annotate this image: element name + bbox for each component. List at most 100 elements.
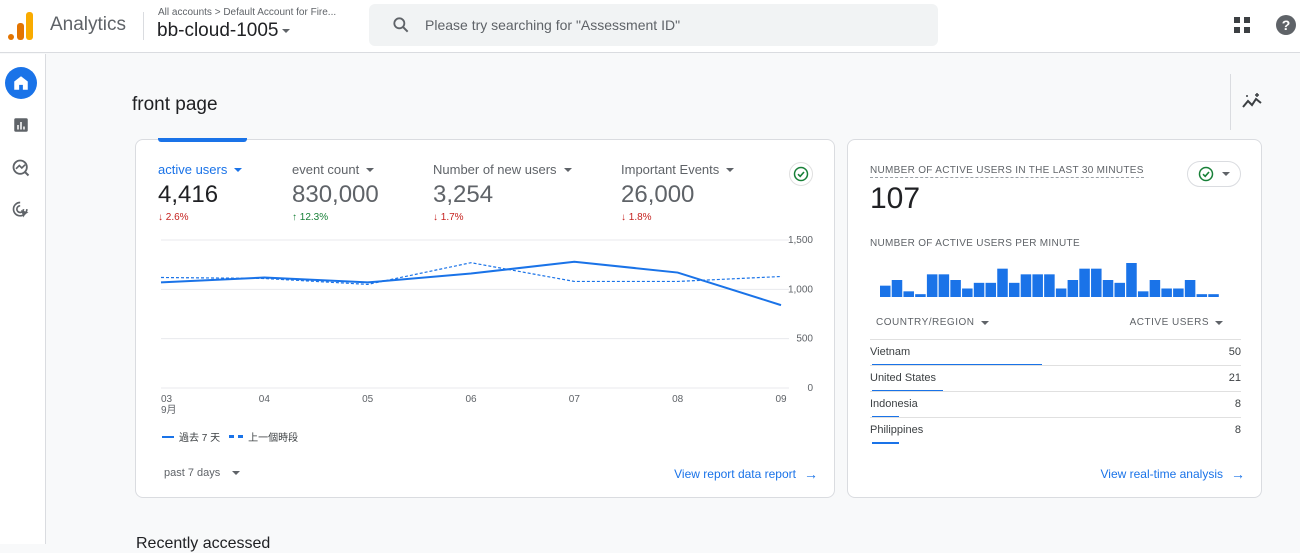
minute-bar[interactable] xyxy=(1126,263,1137,297)
metric-label-wrap: event count xyxy=(292,162,379,177)
col-users-label: ACTIVE USERS xyxy=(1130,317,1209,328)
property-selector[interactable]: bb-cloud-1005 xyxy=(157,20,290,42)
search-icon xyxy=(391,15,411,35)
nav-explore[interactable] xyxy=(5,152,37,184)
delta-value: 12.3% xyxy=(300,212,328,223)
col-country-label: COUNTRY/REGION xyxy=(876,317,975,328)
metric-event-count[interactable]: event count 830,000 ↑ 12.3% xyxy=(292,162,379,223)
per-minute-bar-chart xyxy=(880,255,1220,297)
minute-bar[interactable] xyxy=(1173,289,1184,298)
metric-delta: ↓ 2.6% xyxy=(158,212,242,223)
table-row[interactable]: Philippines 8 xyxy=(870,417,1241,443)
minute-bar[interactable] xyxy=(1009,283,1020,297)
minute-bar[interactable] xyxy=(986,283,997,297)
caret-down-icon xyxy=(232,471,240,475)
col-users-header[interactable]: ACTIVE USERS xyxy=(1130,317,1223,328)
table-row[interactable]: United States21 xyxy=(870,365,1241,391)
minute-bar[interactable] xyxy=(962,289,973,298)
date-range-selector[interactable]: past 7 days xyxy=(164,467,240,479)
metric-important-events[interactable]: Important Events 26,000 ↓ 1.8% xyxy=(621,162,734,223)
minute-bar[interactable] xyxy=(1032,274,1043,297)
view-report-link[interactable]: View report data report → xyxy=(674,466,818,482)
minute-bar[interactable] xyxy=(997,269,1008,297)
line-chart: 05001,0001,500030405060708099月 xyxy=(136,230,836,420)
minute-bar[interactable] xyxy=(939,274,950,297)
col-country-header[interactable]: COUNTRY/REGION xyxy=(876,317,989,328)
minute-bar[interactable] xyxy=(1185,280,1196,297)
minute-bar[interactable] xyxy=(927,274,938,297)
minute-bar[interactable] xyxy=(903,291,914,297)
help-icon[interactable]: ? xyxy=(1276,15,1296,35)
legend-current: 過去 7 天 xyxy=(179,429,220,444)
minute-bar[interactable] xyxy=(1114,283,1125,297)
insights-icon[interactable] xyxy=(1241,92,1263,110)
minute-bar[interactable] xyxy=(880,286,891,297)
metric-delta: ↓ 1.7% xyxy=(433,212,572,223)
caret-down-icon xyxy=(726,168,734,172)
minute-bar[interactable] xyxy=(1138,291,1149,297)
minute-bar[interactable] xyxy=(1091,269,1102,297)
table-row[interactable]: Vietnam50 xyxy=(870,339,1241,365)
minute-bar[interactable] xyxy=(1161,289,1172,298)
apps-icon[interactable] xyxy=(1234,17,1250,33)
property-name: bb-cloud-1005 xyxy=(157,20,278,42)
metric-label: Important Events xyxy=(621,162,719,177)
caret-down-icon xyxy=(1222,172,1230,176)
arrow-up-icon: ↑ xyxy=(292,212,297,223)
minute-bar[interactable] xyxy=(1208,294,1219,297)
country-name: Indonesia xyxy=(870,398,918,410)
active-users-value: 8 xyxy=(1235,398,1241,410)
date-range-label: past 7 days xyxy=(164,467,220,479)
x-tick-label: 05 xyxy=(362,394,374,405)
arrow-down-icon: ↓ xyxy=(433,212,438,223)
metric-active-users[interactable]: active users 4,416 ↓ 2.6% xyxy=(158,162,242,223)
caret-down-icon xyxy=(564,168,572,172)
divider xyxy=(143,12,144,40)
nav-home[interactable] xyxy=(5,67,37,99)
arrow-right-icon: → xyxy=(1231,466,1245,482)
minute-bar[interactable] xyxy=(915,294,926,297)
minute-bar[interactable] xyxy=(1103,280,1114,297)
view-report-label: View report data report xyxy=(674,467,796,481)
view-realtime-link[interactable]: View real-time analysis → xyxy=(1101,466,1246,482)
x-tick-label: 09 xyxy=(775,394,787,405)
recently-accessed-heading: Recently accessed xyxy=(136,535,270,553)
minute-bar[interactable] xyxy=(892,280,903,297)
search-bar[interactable] xyxy=(369,4,938,46)
table-row[interactable]: Indonesia 8 xyxy=(870,391,1241,417)
minute-bar[interactable] xyxy=(1068,280,1079,297)
nav-reports[interactable] xyxy=(5,109,37,141)
minute-bar[interactable] xyxy=(974,283,985,297)
view-realtime-label: View real-time analysis xyxy=(1101,467,1224,481)
breadcrumb[interactable]: All accounts > Default Account for Fire.… xyxy=(158,7,336,18)
minute-bar[interactable] xyxy=(1056,289,1067,298)
metric-label: active users xyxy=(158,162,227,177)
x-tick-label: 08 xyxy=(672,394,684,405)
active-users-value: 8 xyxy=(1235,424,1241,436)
x-tick-label: 04 xyxy=(259,394,271,405)
search-input[interactable] xyxy=(425,17,905,33)
series-line-current[interactable] xyxy=(161,262,781,305)
comparison-check-button[interactable] xyxy=(789,162,813,186)
y-tick-label: 1,500 xyxy=(788,235,813,246)
minute-bar[interactable] xyxy=(950,280,961,297)
realtime-value: 107 xyxy=(870,182,920,216)
metric-new-users[interactable]: Number of new users 3,254 ↓ 1.7% xyxy=(433,162,572,223)
minute-bar[interactable] xyxy=(1079,269,1090,297)
arrow-down-icon: ↓ xyxy=(158,212,163,223)
target-cursor-icon xyxy=(11,200,31,220)
metric-label-wrap: Important Events xyxy=(621,162,734,177)
caret-down-icon xyxy=(1215,321,1223,325)
minute-bar[interactable] xyxy=(1021,274,1032,297)
country-name: Philippines xyxy=(870,424,923,436)
legend-dashed-swatch xyxy=(229,435,243,438)
analytics-logo[interactable] xyxy=(8,12,34,40)
minute-bar[interactable] xyxy=(1197,294,1208,297)
delta-value: 1.7% xyxy=(441,212,464,223)
nav-advertising[interactable] xyxy=(5,194,37,226)
minute-bar[interactable] xyxy=(1044,274,1055,297)
caret-down-icon xyxy=(981,321,989,325)
minute-bar[interactable] xyxy=(1150,280,1161,297)
realtime-comparison-button[interactable] xyxy=(1187,161,1241,187)
metric-label: event count xyxy=(292,162,359,177)
